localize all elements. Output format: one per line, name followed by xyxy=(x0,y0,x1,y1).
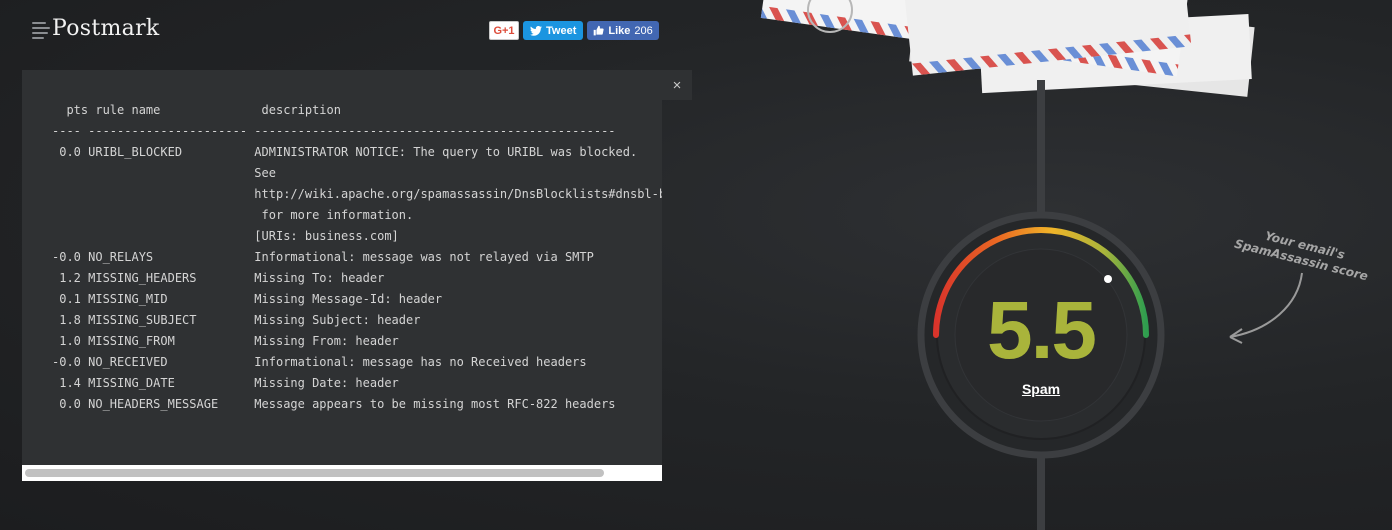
scrollbar-thumb[interactable] xyxy=(25,469,604,477)
postmark-logo[interactable]: Postmark xyxy=(32,16,160,41)
facebook-like-button[interactable]: Like 206 xyxy=(587,21,659,40)
social-share-bar: G+1 Tweet Like 206 xyxy=(489,21,659,40)
envelopes-illustration xyxy=(760,0,1255,97)
spamassassin-report-panel: pts rule name description ---- ---------… xyxy=(22,70,662,481)
thumbs-up-icon xyxy=(594,25,604,36)
twitter-bird-icon xyxy=(530,25,542,36)
postmark-logo-icon xyxy=(32,17,54,41)
spam-verdict-link[interactable]: Spam xyxy=(916,381,1166,397)
horizontal-scrollbar[interactable] xyxy=(22,465,662,481)
like-count: 206 xyxy=(634,24,653,37)
curved-arrow-icon xyxy=(1229,272,1303,344)
report-viewport: pts rule name description ---- ---------… xyxy=(22,70,662,465)
tweet-label: Tweet xyxy=(546,24,577,37)
brand-name: Postmark xyxy=(52,16,160,41)
close-report-button[interactable]: × xyxy=(662,70,692,100)
google-plus-button[interactable]: G+1 xyxy=(489,21,519,40)
spamassassin-report-text: pts rule name description ---- ---------… xyxy=(52,103,662,411)
like-label: Like xyxy=(608,24,631,37)
google-plus-label: G+1 xyxy=(493,24,515,37)
close-icon: × xyxy=(672,76,682,94)
tweet-button[interactable]: Tweet xyxy=(523,21,584,40)
spam-score-value: 5.5 xyxy=(987,285,1097,376)
